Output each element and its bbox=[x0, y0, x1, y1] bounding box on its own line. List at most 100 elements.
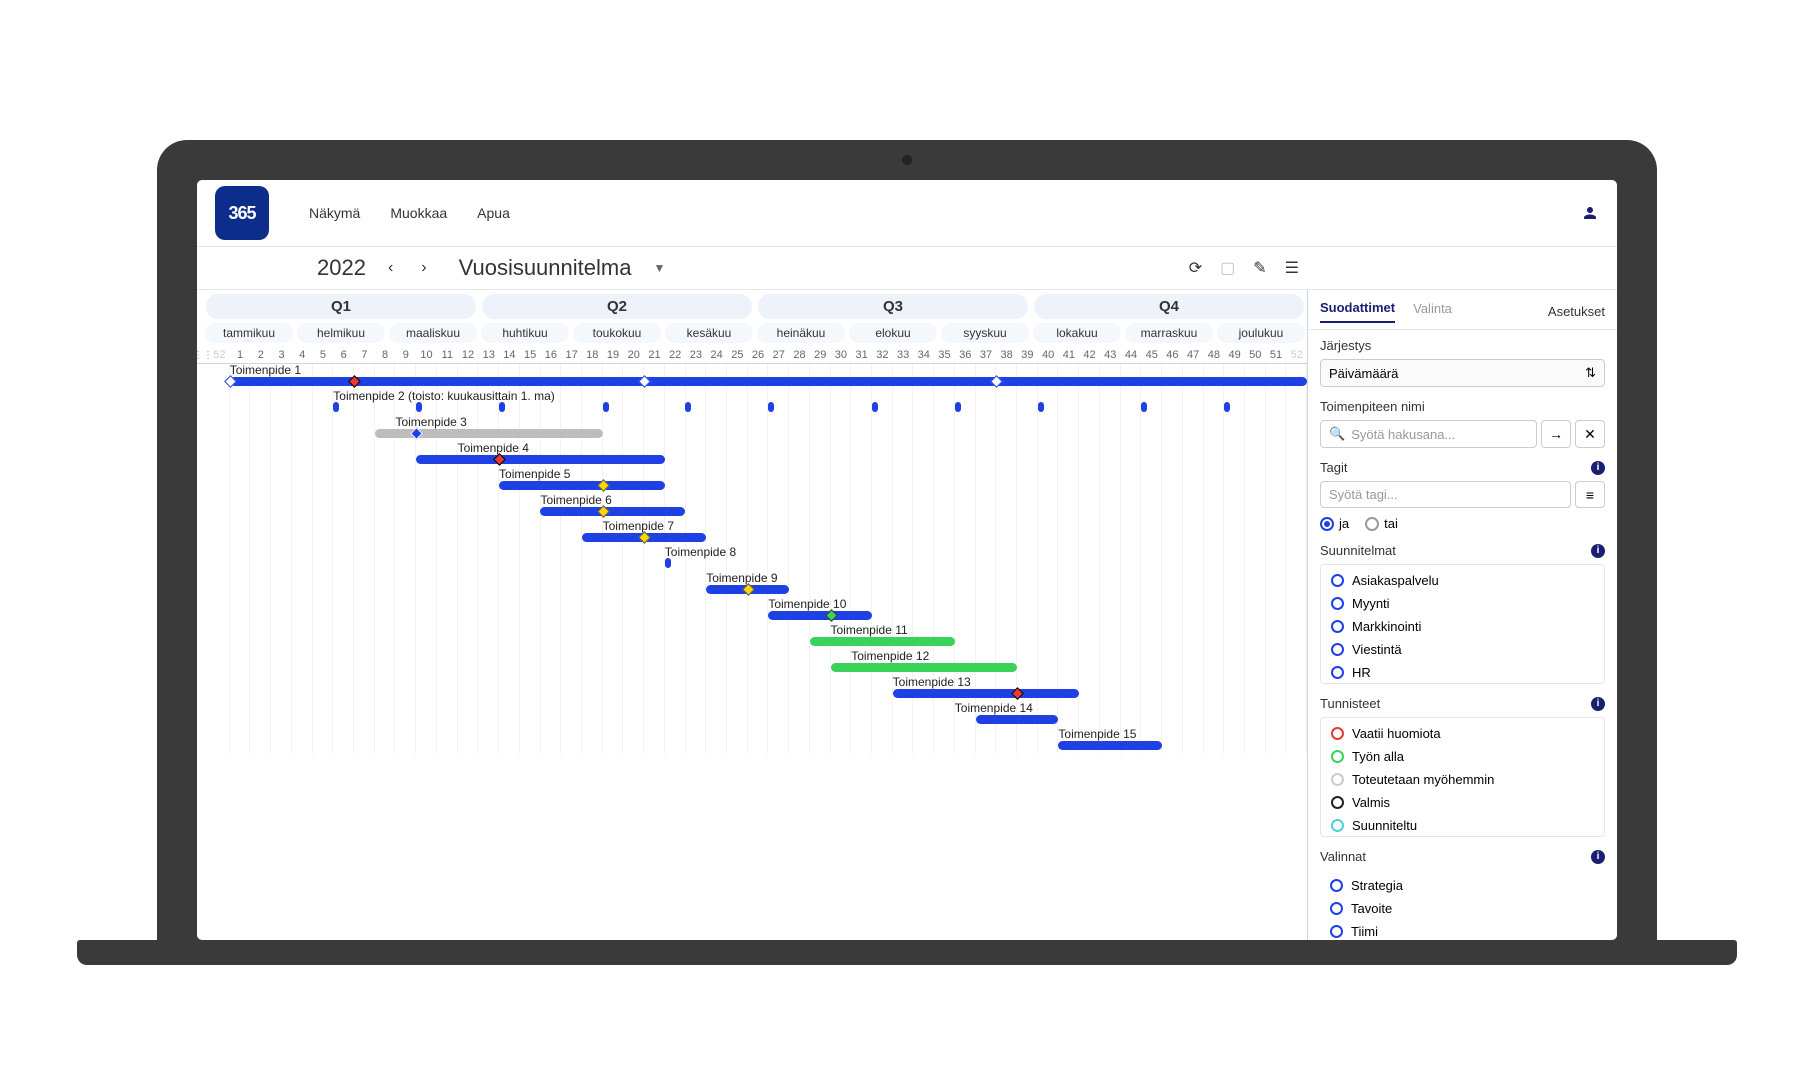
task-recurrence-tick[interactable] bbox=[1141, 402, 1147, 412]
menu-help[interactable]: Apua bbox=[477, 205, 510, 221]
task-row[interactable]: Toimenpide 3 bbox=[209, 416, 1307, 442]
plan-filter-item[interactable]: Markkinointi bbox=[1323, 615, 1602, 638]
tab-filters[interactable]: Suodattimet bbox=[1320, 300, 1395, 323]
week-number: 20 bbox=[623, 347, 644, 363]
plan-filter-item[interactable]: HR bbox=[1323, 661, 1602, 684]
task-row[interactable]: Toimenpide 13 bbox=[209, 676, 1307, 702]
selection-filter-item[interactable]: Tavoite bbox=[1322, 897, 1603, 920]
task-row[interactable]: Toimenpide 8 bbox=[209, 546, 1307, 572]
quarter-header[interactable]: Q3 bbox=[758, 294, 1028, 319]
search-input[interactable]: 🔍 Syötä hakusana... bbox=[1320, 420, 1537, 448]
plan-filter-item[interactable]: Myynti bbox=[1323, 592, 1602, 615]
calendar-icon[interactable]: ▢ bbox=[1220, 258, 1235, 278]
task-bar[interactable] bbox=[768, 611, 872, 620]
info-icon[interactable]: i bbox=[1591, 544, 1605, 558]
year-next-button[interactable]: › bbox=[415, 259, 432, 277]
task-bar[interactable] bbox=[1058, 741, 1162, 750]
task-bar[interactable] bbox=[831, 663, 1017, 672]
status-filter-item[interactable]: Työn alla bbox=[1323, 745, 1602, 768]
task-recurrence-tick[interactable] bbox=[872, 402, 878, 412]
month-header[interactable]: elokuu bbox=[849, 323, 937, 343]
week-number: 3 bbox=[271, 347, 292, 363]
status-filter-item[interactable]: Suunniteltu bbox=[1323, 814, 1602, 837]
task-bar[interactable] bbox=[540, 507, 685, 516]
quarter-header[interactable]: Q4 bbox=[1034, 294, 1304, 319]
task-bar[interactable] bbox=[416, 455, 665, 464]
month-header[interactable]: huhtikuu bbox=[481, 323, 569, 343]
task-recurrence-tick[interactable] bbox=[1038, 402, 1044, 412]
search-clear-button[interactable]: ✕ bbox=[1575, 420, 1605, 448]
month-header[interactable]: maaliskuu bbox=[389, 323, 477, 343]
month-header[interactable]: joulukuu bbox=[1217, 323, 1305, 343]
month-header[interactable]: kesäkuu bbox=[665, 323, 753, 343]
user-icon[interactable] bbox=[1581, 204, 1599, 222]
status-filter-item[interactable]: Valmis bbox=[1323, 791, 1602, 814]
menu-view[interactable]: Näkymä bbox=[309, 205, 360, 221]
circle-icon bbox=[1331, 796, 1344, 809]
task-recurrence-tick[interactable] bbox=[499, 402, 505, 412]
task-recurrence-tick[interactable] bbox=[603, 402, 609, 412]
task-recurrence-tick[interactable] bbox=[665, 558, 671, 568]
search-submit-button[interactable]: → bbox=[1541, 420, 1571, 448]
month-header[interactable]: heinäkuu bbox=[757, 323, 845, 343]
year-prev-button[interactable]: ‹ bbox=[382, 259, 399, 277]
task-bar[interactable] bbox=[976, 715, 1059, 724]
edit-icon[interactable]: ✎ bbox=[1253, 258, 1266, 278]
selection-filter-item[interactable]: Tiimi bbox=[1322, 920, 1603, 940]
month-header[interactable]: helmikuu bbox=[297, 323, 385, 343]
task-row[interactable]: Toimenpide 7 bbox=[209, 520, 1307, 546]
task-row[interactable]: Toimenpide 5 bbox=[209, 468, 1307, 494]
menu-edit[interactable]: Muokkaa bbox=[390, 205, 447, 221]
quarter-header[interactable]: Q1 bbox=[206, 294, 476, 319]
month-header[interactable]: toukokuu bbox=[573, 323, 661, 343]
week-number: 31 bbox=[851, 347, 872, 363]
quarter-header[interactable]: Q2 bbox=[482, 294, 752, 319]
task-recurrence-tick[interactable] bbox=[955, 402, 961, 412]
tags-input[interactable]: Syötä tagi... bbox=[1320, 481, 1571, 508]
sidebar-settings-link[interactable]: Asetukset bbox=[1548, 304, 1605, 319]
month-header[interactable]: syyskuu bbox=[941, 323, 1029, 343]
plan-filter-item[interactable]: Viestintä bbox=[1323, 638, 1602, 661]
info-icon[interactable]: i bbox=[1591, 697, 1605, 711]
task-row[interactable]: Toimenpide 4 bbox=[209, 442, 1307, 468]
task-recurrence-tick[interactable] bbox=[416, 402, 422, 412]
refresh-icon[interactable]: ⟳ bbox=[1189, 258, 1202, 278]
radio-or[interactable]: tai bbox=[1365, 516, 1398, 531]
plan-dropdown-icon[interactable]: ▼ bbox=[653, 261, 665, 275]
task-recurrence-tick[interactable] bbox=[333, 402, 339, 412]
month-header[interactable]: tammikuu bbox=[205, 323, 293, 343]
task-bar[interactable] bbox=[375, 429, 603, 438]
month-header[interactable]: marraskuu bbox=[1125, 323, 1213, 343]
task-row[interactable]: Toimenpide 14 bbox=[209, 702, 1307, 728]
task-row[interactable]: Toimenpide 9 bbox=[209, 572, 1307, 598]
task-bar[interactable] bbox=[810, 637, 955, 646]
status-filter-item[interactable]: Toteutetaan myöhemmin bbox=[1323, 768, 1602, 791]
month-header[interactable]: lokakuu bbox=[1033, 323, 1121, 343]
task-row[interactable]: Toimenpide 12 bbox=[209, 650, 1307, 676]
status-filter-item[interactable]: Vaatii huomiota bbox=[1323, 722, 1602, 745]
task-row[interactable]: Toimenpide 2 (toisto: kuukausittain 1. m… bbox=[209, 390, 1307, 416]
list-icon[interactable]: ☰ bbox=[1285, 258, 1299, 278]
gantt-chart[interactable]: Q1Q2Q3Q4 tammikuuhelmikuumaaliskuuhuhtik… bbox=[197, 290, 1307, 940]
task-row[interactable]: Toimenpide 10 bbox=[209, 598, 1307, 624]
order-select[interactable]: Päivämäärä ⇅ bbox=[1320, 359, 1605, 387]
task-row[interactable]: Toimenpide 1 bbox=[209, 364, 1307, 390]
task-row[interactable]: Toimenpide 11 bbox=[209, 624, 1307, 650]
plan-filter-item[interactable]: Asiakaspalvelu bbox=[1323, 569, 1602, 592]
task-row[interactable]: Toimenpide 6 bbox=[209, 494, 1307, 520]
selection-filter-item[interactable]: Strategia bbox=[1322, 874, 1603, 897]
drag-handle-icon[interactable]: ⋮⋮ bbox=[197, 347, 209, 363]
info-icon[interactable]: i bbox=[1591, 850, 1605, 864]
tags-menu-button[interactable]: ≡ bbox=[1575, 481, 1605, 508]
task-recurrence-tick[interactable] bbox=[768, 402, 774, 412]
radio-and[interactable]: ja bbox=[1320, 516, 1349, 531]
task-bar[interactable] bbox=[893, 689, 1079, 698]
info-icon[interactable]: i bbox=[1591, 461, 1605, 475]
task-bar[interactable] bbox=[499, 481, 665, 490]
plan-title[interactable]: Vuosisuunnitelma bbox=[459, 255, 632, 281]
task-recurrence-tick[interactable] bbox=[685, 402, 691, 412]
tab-selection[interactable]: Valinta bbox=[1413, 301, 1452, 322]
task-bar[interactable] bbox=[230, 377, 1307, 386]
task-row[interactable]: Toimenpide 15 bbox=[209, 728, 1307, 754]
task-recurrence-tick[interactable] bbox=[1224, 402, 1230, 412]
